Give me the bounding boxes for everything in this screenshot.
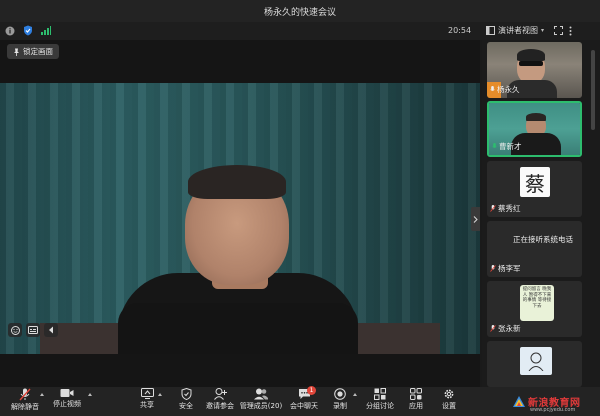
- emoji-icon[interactable]: [8, 323, 22, 337]
- shield-icon: [181, 388, 191, 400]
- participant-sidebar: 杨永久 曹新才 蔡 蔡秀红 正在接听系统电话 杨李军 提问留言 晚我人 暂得不下…: [482, 40, 600, 387]
- invite-label: 邀请参会: [206, 402, 234, 410]
- participant-note-image: 提问留言 晚我人 暂得不下来 的事情 等待接下去: [520, 285, 554, 321]
- chevron-up-icon[interactable]: [88, 393, 92, 396]
- apps-label: 应用: [409, 402, 423, 410]
- participant-tile[interactable]: 正在接听系统电话 杨李军: [487, 221, 582, 277]
- share-screen-icon: [140, 388, 154, 399]
- participant-tile[interactable]: 提问留言 晚我人 暂得不下来 的事情 等待接下去 张永新: [487, 281, 582, 337]
- speaker-video: [0, 83, 480, 354]
- apps-icon: [410, 388, 422, 400]
- grid-icon: [486, 26, 495, 35]
- participant-avatar: 蔡: [520, 167, 550, 197]
- breakout-icon: [374, 388, 386, 400]
- mic-muted-icon: [490, 325, 496, 332]
- shield-icon[interactable]: [23, 25, 33, 36]
- settings-label: 设置: [442, 402, 456, 410]
- mic-muted-icon: [19, 388, 31, 401]
- chat-label: 会中聊天: [290, 402, 318, 410]
- manage-participants-label: 管理成员(20): [239, 402, 283, 410]
- main-video-area: 锁定画面: [0, 40, 480, 387]
- mic-muted-icon: [490, 265, 496, 272]
- speaker-view-button[interactable]: 演讲者视图 ▾: [486, 25, 544, 36]
- more-icon[interactable]: [569, 26, 572, 36]
- stop-video-button[interactable]: 停止视频: [42, 387, 92, 416]
- meeting-time: 20:54: [448, 26, 472, 35]
- status-row: 20:54 演讲者视图 ▾: [0, 22, 600, 40]
- stop-video-label: 停止视频: [53, 400, 81, 408]
- chevron-down-icon: ▾: [541, 27, 545, 34]
- add-person-icon: [213, 388, 227, 400]
- window-title: 杨永久的快速会议: [263, 8, 336, 18]
- lock-screen-label: 锁定画面: [23, 47, 53, 56]
- sidebar-toggle-button[interactable]: [471, 207, 480, 231]
- participant-name: 蔡秀红: [498, 204, 521, 213]
- title-bar: 杨永久的快速会议: [0, 0, 600, 22]
- participant-avatar: [520, 347, 552, 375]
- share-label: 共享: [140, 401, 154, 409]
- avatar-char: 蔡: [525, 171, 545, 196]
- info-icon[interactable]: [5, 26, 15, 36]
- settings-button[interactable]: 设置: [424, 387, 474, 416]
- participant-tile[interactable]: [487, 341, 582, 387]
- mic-icon: [490, 86, 495, 92]
- participant-tile[interactable]: 蔡 蔡秀红: [487, 161, 582, 217]
- mic-muted-icon: [490, 205, 496, 212]
- person-icon: [528, 352, 544, 371]
- record-icon: [334, 388, 346, 400]
- collapse-left-icon[interactable]: [44, 323, 58, 337]
- mic-icon: [492, 143, 497, 149]
- watermark-url: www.pcjyedu.com: [530, 407, 576, 413]
- breakout-rooms-label: 分组讨论: [366, 402, 394, 410]
- pin-icon: [14, 48, 19, 56]
- participant-tile[interactable]: 杨永久: [487, 42, 582, 98]
- participant-status-text: 正在接听系统电话: [513, 235, 573, 244]
- caption-icon[interactable]: [26, 323, 40, 337]
- speaker-view-label: 演讲者视图: [498, 26, 538, 35]
- participant-name: 张永新: [498, 324, 521, 333]
- participant-name: 曹新才: [499, 142, 522, 151]
- participants-icon: [254, 388, 268, 400]
- video-controls: [8, 323, 58, 337]
- chevron-right-icon: [473, 215, 478, 223]
- lock-screen-button[interactable]: 锁定画面: [7, 44, 59, 59]
- video-camera-icon: [60, 389, 74, 397]
- watermark-logo-icon: [513, 395, 525, 407]
- participant-name: 杨永久: [497, 85, 520, 94]
- security-label: 安全: [179, 402, 193, 410]
- participant-name: 杨李军: [498, 264, 521, 273]
- signal-icon[interactable]: [41, 26, 51, 35]
- gear-icon: [444, 389, 454, 399]
- record-label: 录制: [333, 402, 347, 410]
- participant-tile-active[interactable]: 曹新才: [487, 101, 582, 157]
- meeting-toolbar: 解除静音 停止视频 共享 安全 邀请参会 管理成员(20) 1 会中聊天 录制 …: [0, 386, 600, 416]
- unmute-label: 解除静音: [11, 403, 39, 411]
- sidebar-scrollbar[interactable]: [591, 50, 595, 130]
- fullscreen-icon[interactable]: [554, 26, 564, 35]
